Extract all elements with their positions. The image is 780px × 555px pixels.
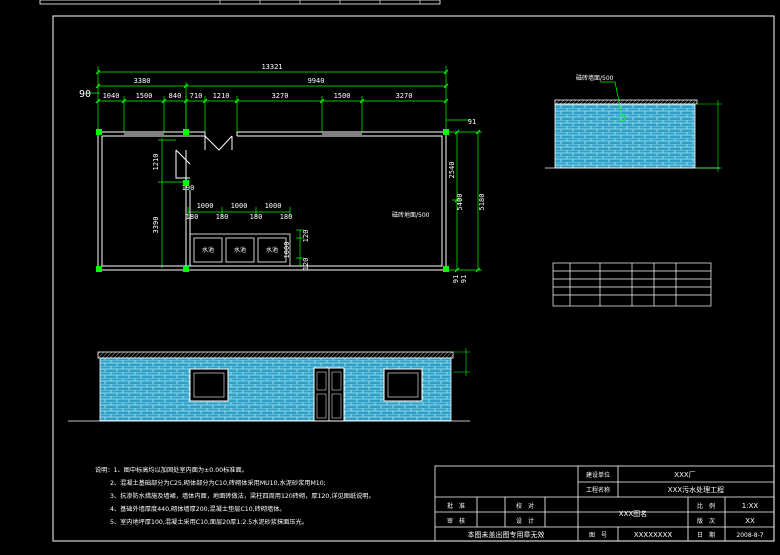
dim-left-edge: 90 xyxy=(79,89,91,100)
note-line-2: 2、混凝土基础部分为C25,砌体部分为C10,砖砌体采用MU10,水泥砂浆用M1… xyxy=(110,479,326,487)
dim-cab-small-1: 180 xyxy=(186,213,199,221)
floor-plan: 13321 3380 9940 1040 1500 840 710 1210 3… xyxy=(79,63,486,283)
dim-cab-small-2: 180 xyxy=(216,213,229,221)
tb-date-label: 日 期 xyxy=(697,531,715,539)
tb-drawing-no: XXXXXXXX xyxy=(634,531,673,539)
dim-detail-7: 1500 xyxy=(334,92,351,100)
dim-left-1: 1210 xyxy=(152,154,160,171)
note-line-1: 说明：1、图中标高均以加固处室内面为±0.00标准面。 xyxy=(95,466,248,474)
dim-seg-right: 9940 xyxy=(308,77,325,85)
tb-design-unit: XXX厂 xyxy=(674,471,695,479)
tb-design-unit-label: 建设单位 xyxy=(586,471,610,479)
dim-cabinet-2: 1000 xyxy=(231,202,248,210)
dim-cab-right-3: 120 xyxy=(302,258,310,271)
note-line-5: 5、室内地坪厚100,混凝土采用C10,面层20厚1:2.5水泥砂浆抹面压光。 xyxy=(110,518,308,526)
dim-detail-3: 840 xyxy=(169,92,182,100)
tb-drawing-name: XXX图名 xyxy=(619,509,647,518)
axis-tag-bottom-2: 91 xyxy=(460,275,468,283)
dim-cab-small-3: 180 xyxy=(250,213,263,221)
tb-review: 审 核 xyxy=(447,517,465,525)
dim-cabinet-1: 1000 xyxy=(197,202,214,210)
tb-sheet: XX xyxy=(745,517,755,525)
note-line-4: 4、基础外墙厚度440,砌体墙厚200,混凝土垫层C10,砖砌墙体。 xyxy=(110,505,286,513)
cabinet-label-3: 水池 xyxy=(266,246,278,254)
dim-seg-left: 3380 xyxy=(134,77,151,85)
dim-overall: 13321 xyxy=(261,63,282,71)
tb-scale-label: 比 例 xyxy=(697,502,715,510)
cabinet-label-1: 水池 xyxy=(202,246,214,254)
tb-project-label: 工程名称 xyxy=(586,486,610,494)
dim-cab-right-1: 120 xyxy=(302,230,310,243)
tb-check: 校 对 xyxy=(516,502,534,510)
note-line-3: 3、抗渗防水措施及墙裙，墙体内面，地面砖做法，梁柱四周用120砖砌，厚120,详… xyxy=(110,492,375,500)
schedule-table xyxy=(552,262,712,307)
drawing-border xyxy=(52,15,775,542)
axis-tag-top: 91 xyxy=(468,118,476,126)
dim-detail-1: 1040 xyxy=(103,92,120,100)
tb-design: 设 计 xyxy=(516,517,534,525)
tb-approve: 批 准 xyxy=(447,502,465,510)
dim-detail-2: 1500 xyxy=(136,92,153,100)
dim-right-2: 5400 xyxy=(456,194,464,211)
room-floor-label: 磁砖地面/500 xyxy=(392,211,430,219)
tb-drawing-no-label: 图 号 xyxy=(589,532,607,539)
cabinet-label-2: 水池 xyxy=(234,246,246,254)
tb-project: XXX污水处理工程 xyxy=(668,485,724,494)
dim-left-2: 3390 xyxy=(152,217,160,234)
dim-detail-5: 1210 xyxy=(213,92,230,100)
side-elevation: 磁砖墙面/500 xyxy=(545,74,722,172)
dim-detail-6: 3270 xyxy=(272,92,289,100)
title-block: 建设单位 XXX厂 工程名称 XXX污水处理工程 XXX图名 批 准 校 对 审… xyxy=(434,465,775,542)
front-elevation xyxy=(68,348,470,422)
tb-date: 2008-8-7 xyxy=(736,532,763,539)
side-wall-label: 磁砖墙面/500 xyxy=(576,74,614,82)
dim-detail-8: 3270 xyxy=(396,92,413,100)
tb-stamp-note: 本图未盖出图专用章无效 xyxy=(468,530,545,539)
dim-right-3: 5180 xyxy=(478,194,486,211)
dim-detail-4: 710 xyxy=(190,92,203,100)
dim-cabinet-3: 1000 xyxy=(265,202,282,210)
axis-tag-bottom-1: 91 xyxy=(452,275,460,283)
top-frame-fragment xyxy=(39,0,441,5)
tb-scale: 1:XX xyxy=(742,502,759,510)
general-notes: 说明：1、图中标高均以加固处室内面为±0.00标准面。 2、混凝土基础部分为C2… xyxy=(95,466,375,526)
cad-drawing-canvas: 13321 3380 9940 1040 1500 840 710 1210 3… xyxy=(39,0,775,542)
dim-cab-small-4: 180 xyxy=(280,213,293,221)
tb-sheet-label: 版 次 xyxy=(697,517,715,525)
dim-right-1: 2540 xyxy=(448,162,456,179)
